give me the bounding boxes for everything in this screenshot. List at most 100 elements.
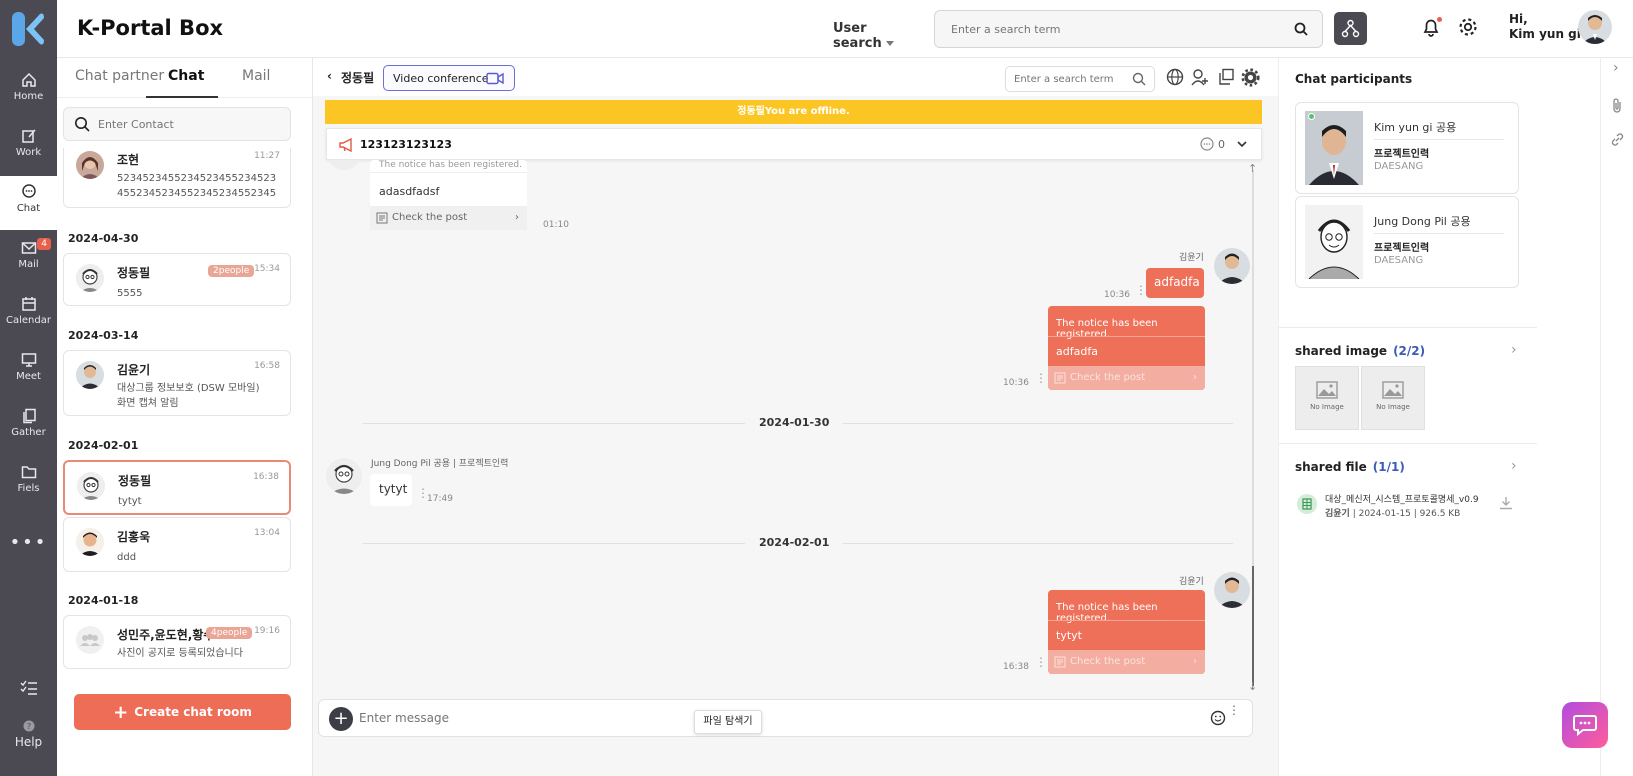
check-post-link[interactable]: Check the post › <box>1048 366 1205 390</box>
chat-room-item[interactable]: 김윤기 16:58 대상그룹 정보보호 (DSW 모바일) 화면 캡쳐 알림 <box>63 350 291 416</box>
global-search[interactable] <box>934 10 1323 48</box>
tab-chat-partner[interactable]: Chat partner <box>75 68 164 84</box>
globe-icon[interactable] <box>1166 68 1184 86</box>
settings-icon[interactable] <box>1241 68 1260 87</box>
back-icon[interactable]: ‹ <box>327 69 332 83</box>
check-post-label: Check the post <box>1070 372 1146 383</box>
video-conference-button[interactable]: Video conference <box>383 65 515 91</box>
room-time: 16:38 <box>253 472 279 482</box>
chat-icon <box>21 184 36 198</box>
active-tab-indicator <box>146 96 218 98</box>
participant-card[interactable]: Jung Dong Pil 공용 프로젝트인력 DAESANG <box>1295 196 1519 288</box>
scroll-up-icon[interactable]: ↑ <box>1248 162 1257 175</box>
more-vertical-icon[interactable]: ⋮ <box>1135 284 1147 296</box>
paperclip-icon[interactable] <box>1610 98 1624 114</box>
rail-mail[interactable]: 4 Mail <box>0 238 57 294</box>
more-vertical-icon[interactable]: ⋮ <box>1228 704 1240 716</box>
download-icon[interactable] <box>1499 496 1513 510</box>
notice-header: The notice has been registered. <box>379 160 522 170</box>
rail-work[interactable]: Work <box>0 128 57 182</box>
avatar <box>76 528 104 556</box>
global-search-input[interactable] <box>935 11 1255 47</box>
emoji-icon[interactable] <box>1210 710 1226 726</box>
avatar <box>76 361 104 389</box>
avatar <box>76 151 104 179</box>
gear-icon[interactable] <box>1457 16 1479 38</box>
rail-meet[interactable]: Meet <box>0 352 57 406</box>
offline-banner: 정동필You are offline. <box>325 100 1262 124</box>
chevron-down-icon[interactable] <box>1235 137 1249 151</box>
room-search-input[interactable] <box>1006 67 1121 91</box>
room-time: 11:27 <box>254 151 280 161</box>
chevron-right-icon[interactable]: › <box>1613 60 1619 76</box>
rail-calendar[interactable]: Calendar <box>0 296 57 350</box>
plus-icon: + <box>113 702 129 723</box>
check-post-link[interactable]: Check the post › <box>1048 650 1205 674</box>
shared-file-name[interactable]: 대상_메신저_시스템_프로토콜명세_v0.9 <box>1325 492 1479 505</box>
tab-chat[interactable]: Chat <box>168 68 204 84</box>
rail-home[interactable]: Home <box>0 72 57 126</box>
chevron-right-icon[interactable]: › <box>1511 342 1517 358</box>
room-name: 김홍욱 <box>117 530 151 544</box>
k-logo-icon[interactable] <box>12 12 44 46</box>
add-user-icon[interactable] <box>1191 68 1209 86</box>
chevron-right-icon[interactable]: › <box>1511 458 1517 474</box>
user-search-dropdown[interactable]: User search <box>819 10 915 51</box>
more-vertical-icon[interactable]: ⋮ <box>1035 656 1047 668</box>
divider <box>1048 620 1205 621</box>
shared-image-thumb[interactable]: No Image <box>1295 366 1359 430</box>
shared-image-section[interactable]: shared image (2/2) <box>1295 344 1425 358</box>
copy-icon[interactable] <box>1217 68 1235 86</box>
link-icon[interactable] <box>1610 132 1625 147</box>
shared-file-meta: 김윤기 | 2024-01-15 | 926.5 KB <box>1325 506 1460 519</box>
rail-chat[interactable]: Chat <box>0 176 57 230</box>
chat-room-item[interactable]: 김홍욱 13:04 ddd <box>63 517 291 572</box>
check-post-link[interactable]: Check the post › <box>370 206 527 230</box>
rail-gather[interactable]: Gather <box>0 408 57 462</box>
sender-name: 김윤기 <box>1179 253 1204 263</box>
file-explorer-tooltip: 파일 탐색기 <box>694 710 762 734</box>
room-search[interactable] <box>1005 66 1155 92</box>
room-time: 13:04 <box>254 528 280 538</box>
chat-room-item[interactable]: 성민주,윤도현,황수 4people 19:16 사진이 공지로 등록되었습니다 <box>63 615 291 669</box>
participant-card[interactable]: Kim yun gi 공용 프로젝트인력 DAESANG <box>1295 102 1519 194</box>
rail-meet-label: Meet <box>16 371 41 382</box>
room-name: 정동필 <box>118 474 152 488</box>
shared-file-section[interactable]: shared file (1/1) <box>1295 460 1405 474</box>
rail-help[interactable]: ? Help <box>0 720 57 774</box>
user-avatar[interactable] <box>1578 10 1612 44</box>
attach-plus-button[interactable]: + <box>329 707 353 731</box>
chat-room-item[interactable]: 조현 11:27 5234523455234523455234523455234… <box>63 148 291 208</box>
contact-search-input[interactable] <box>98 108 278 140</box>
notice-body: tytyt <box>1056 629 1082 642</box>
divider <box>1279 327 1537 328</box>
tab-mail[interactable]: Mail <box>242 68 270 84</box>
rail-chat-label: Chat <box>16 203 41 214</box>
mail-badge: 4 <box>37 238 51 250</box>
more-icon[interactable]: ••• <box>0 532 57 586</box>
chat-room-item[interactable]: 정동필 2people 15:34 5555 <box>63 253 291 306</box>
org-chart-button[interactable] <box>1334 12 1367 45</box>
greeting-name: Kim yun gi <box>1509 27 1581 41</box>
no-image-label: No Image <box>1310 403 1344 411</box>
participant-company: DAESANG <box>1374 255 1424 266</box>
notice-message: The notice has been registered. adasdfad… <box>370 160 527 230</box>
chat-room-item-selected[interactable]: 정동필 16:38 tytyt <box>63 460 291 515</box>
contact-search[interactable] <box>63 107 291 141</box>
more-vertical-icon[interactable]: ⋮ <box>1035 372 1047 384</box>
date-divider-label: 2024-02-01 <box>745 536 844 549</box>
shared-image-thumb[interactable]: No Image <box>1361 366 1425 430</box>
scroll-down-icon[interactable]: ↓ <box>1248 680 1257 693</box>
chatbot-button[interactable] <box>1562 702 1608 748</box>
search-icon[interactable] <box>1294 22 1308 36</box>
scrollbar-thumb[interactable] <box>1252 566 1254 686</box>
room-name: 정동필 <box>117 266 151 280</box>
notice-comment-count[interactable]: 0 <box>1200 137 1225 151</box>
pinned-notice-bar[interactable]: 123123123123 0 <box>326 128 1262 160</box>
rail-files[interactable]: Fiels <box>0 464 57 518</box>
create-chat-room-button[interactable]: + Create chat room <box>74 694 291 730</box>
chat-bubble-icon <box>1573 715 1597 736</box>
room-last-message: 5555 <box>117 288 143 299</box>
search-icon[interactable] <box>1132 72 1146 86</box>
room-time: 15:34 <box>254 264 280 274</box>
